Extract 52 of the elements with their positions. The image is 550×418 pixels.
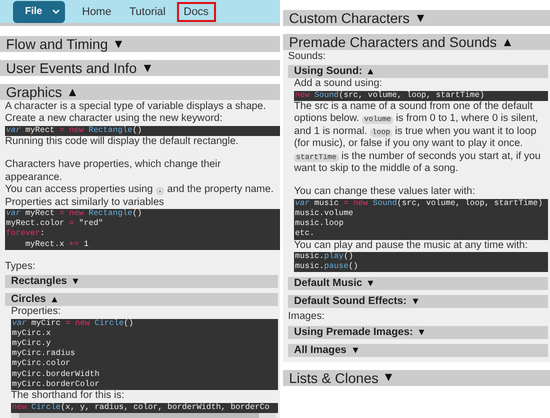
subsection-header[interactable]: Using Sound: [288,65,548,78]
body-text: The shorthand for this is: [11,390,126,402]
code-block: var myRect = new Rectangle() [5,126,280,136]
section-header[interactable]: Custom Characters [283,10,550,26]
code-block: var myCirc = new Circle() myCirc.x myCirc.y myCirc.radius myCirc.color myCirc.borderWidth myCirc.borderColor [11,318,278,390]
section-header[interactable]: Flow and Timing [0,36,280,52]
nav-link[interactable]: Docs [176,2,216,22]
expand-triangle-icon [384,373,394,382]
expand-triangle-icon [72,278,80,286]
subsection-header[interactable]: Using Premade Images: [288,326,548,339]
collapse-triangle-icon [68,88,78,96]
subsection-header[interactable]: Rectangles [5,275,278,288]
expand-triangle-icon [418,328,426,336]
code-block: new Circle(x, y, radius, color, borderWidth, borderCo [11,402,278,413]
body-text: Properties act similarly to variables [5,196,166,209]
collapse-triangle-icon [367,68,374,76]
subsection-header[interactable]: Circles [5,293,278,306]
body-text: A character is a special type of variable displays a shape. [5,101,267,114]
code-block: var music = new Sound(src, volume, loop, startTime) music.volume music.loop etc. [294,198,548,240]
body-text: Images: [288,311,326,324]
body-text: Sounds: [288,51,327,64]
collapse-triangle-icon [51,296,58,304]
section-header[interactable]: User Events and Info [0,60,280,76]
subsection-header[interactable]: Default Music [288,277,548,290]
body-text: You can play and pause the music at any time with: [294,240,529,252]
code-block: new Sound(src, volume, loop, startTime) [294,90,548,102]
body-text: Characters have properties, which change their appearance. [5,159,222,184]
body-text: Properties: [11,306,62,319]
body-text: Add a sound using: [294,78,384,91]
expand-triangle-icon [114,40,123,48]
section-header[interactable]: Premade Characters and Sounds [283,34,550,50]
collapse-triangle-icon [502,38,512,46]
code-block: var myRect = new Rectangle() myRect.color = "red" forever: myRect.x += 1 [5,209,280,250]
body-text: Running this code will display the default rectangle. [5,136,240,148]
body-text: You can change these values later with: [294,186,476,199]
body-text: Types: [5,260,36,274]
nav-link[interactable]: Tutorial [122,2,173,22]
expand-triangle-icon [367,280,374,288]
body-text: Create a new character using the new keyword: [5,113,224,126]
subsection-header[interactable]: All Images [288,344,548,357]
code-block: music.play() music.pause() [294,252,548,272]
expand-triangle-icon [412,298,419,306]
subsection-header[interactable]: Default Sound Effects: [288,295,548,308]
nav-link[interactable]: Home [75,2,118,22]
horizontal-scrollbar[interactable] [11,412,276,418]
chevron-down-icon [52,8,60,14]
section-header[interactable]: Graphics [0,84,280,100]
expand-triangle-icon [352,346,359,354]
expand-triangle-icon [416,14,425,22]
file-menu-button[interactable]: File [13,0,65,22]
expand-triangle-icon [142,64,152,72]
section-header[interactable]: Lists & Clones [283,370,550,386]
